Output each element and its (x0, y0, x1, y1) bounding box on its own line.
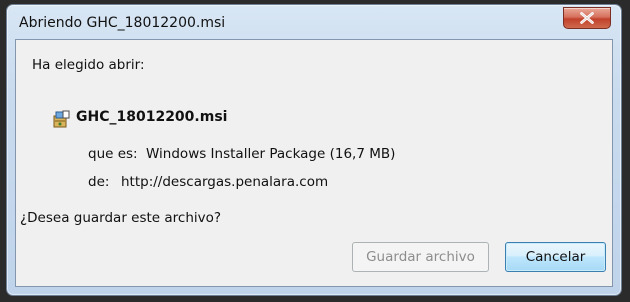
window-title: Abriendo GHC_18012200.msi (19, 15, 226, 31)
dialog-body: Ha elegido abrir: GHC_18012200.msi que e… (15, 39, 613, 287)
save-question: ¿Desea guardar este archivo? (20, 210, 222, 226)
intro-text: Ha elegido abrir: (32, 57, 145, 73)
file-source-label: de: (88, 174, 110, 190)
file-name: GHC_18012200.msi (76, 109, 228, 125)
file-type-value: Windows Installer Package (16,7 MB) (146, 146, 396, 162)
download-dialog: Abriendo GHC_18012200.msi Ha elegido abr… (6, 4, 622, 296)
close-icon (580, 12, 594, 24)
cancel-button[interactable]: Cancelar (505, 242, 606, 272)
file-source-value: http://descargas.penalara.com (121, 174, 329, 190)
file-type-label: que es: (88, 146, 138, 162)
installer-package-icon (53, 110, 70, 128)
save-file-button[interactable]: Guardar archivo (352, 242, 489, 272)
close-button[interactable] (563, 7, 611, 29)
